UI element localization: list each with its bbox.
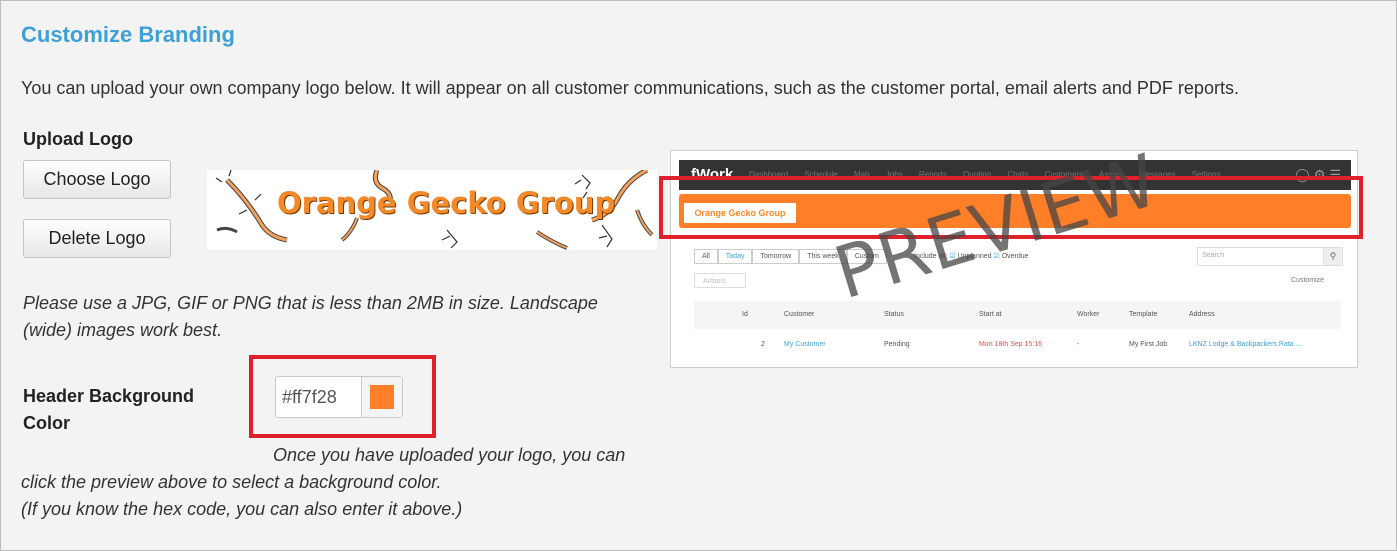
preview-col: Customer	[784, 311, 815, 318]
preview-customize: Customize	[1291, 277, 1325, 284]
color-highlight-box	[249, 355, 436, 438]
preview-row-worker: -	[1077, 341, 1080, 348]
section-title: Customize Branding	[21, 22, 235, 47]
section-intro: You can upload your own company logo bel…	[21, 78, 1239, 98]
preview-row-id: 2	[761, 341, 765, 348]
choose-logo-button[interactable]: Choose Logo	[23, 160, 171, 199]
preview-search-placeholder: Search	[1202, 252, 1225, 259]
preview-col: Worker	[1077, 311, 1100, 318]
logo-text: Orange Gecko Group	[277, 186, 616, 220]
preview-search: Search ⚲	[1197, 247, 1343, 266]
color-note-line1: Once you have uploaded your logo, you ca…	[273, 445, 626, 465]
preview-col: Address	[1189, 311, 1215, 318]
color-note-line3: (If you know the hex code, you can also …	[21, 499, 463, 519]
preview-col: Id	[742, 311, 748, 318]
preview-row-address: LKNZ Lodge & Backpackers Rata ...	[1189, 341, 1302, 348]
preview-filter: Today	[717, 249, 753, 264]
current-logo: Orange Gecko Group	[207, 170, 657, 250]
preview-col: Template	[1129, 311, 1158, 318]
preview-actions: Actions	[694, 273, 746, 288]
preview-row-customer: My Customer	[784, 341, 826, 348]
search-icon: ⚲	[1323, 248, 1342, 265]
upload-logo-label: Upload Logo	[23, 129, 133, 149]
upload-hint-line1: Please use a JPG, GIF or PNG that is les…	[23, 293, 598, 313]
preview-row-status: Pending	[884, 341, 910, 348]
color-note-line2: click the preview above to select a back…	[21, 472, 442, 492]
header-color-label-line2: Color	[23, 413, 70, 433]
preview-col: Status	[884, 311, 904, 318]
preview-row-start: Mon 18th Sep 15:16	[979, 341, 1043, 348]
delete-logo-button[interactable]: Delete Logo	[23, 219, 171, 258]
preview-row-template: My First Job	[1129, 341, 1168, 348]
preview-filter: Tomorrow	[752, 249, 800, 264]
upload-hint-line2: (wide) images work best.	[23, 320, 223, 340]
preview-filter: All	[694, 249, 718, 264]
preview-table-header: Id Customer Status Start at Worker Templ…	[694, 301, 1341, 329]
header-color-label-line1: Header Background	[23, 386, 195, 406]
preview-col: Start at	[979, 311, 1002, 318]
